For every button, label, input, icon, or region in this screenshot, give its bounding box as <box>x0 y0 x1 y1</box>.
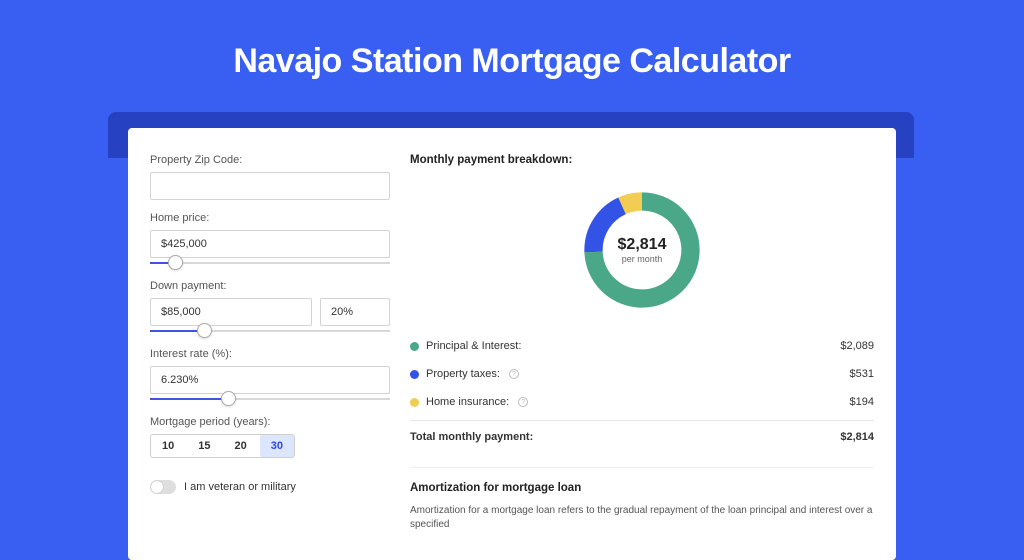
veteran-toggle-row: I am veteran or military <box>150 480 390 494</box>
slider-thumb[interactable] <box>169 256 182 269</box>
donut-center-sub: per month <box>622 254 663 264</box>
period-option-10[interactable]: 10 <box>151 435 185 457</box>
down-payment-field: Down payment: <box>150 280 390 340</box>
dot-blue-icon <box>410 370 419 379</box>
interest-slider[interactable] <box>150 394 390 408</box>
legend-principal-interest: Principal & Interest: $2,089 <box>410 332 874 360</box>
period-label: Mortgage period (years): <box>150 416 390 428</box>
interest-input[interactable] <box>150 366 390 394</box>
down-payment-input[interactable] <box>150 298 312 326</box>
down-payment-label: Down payment: <box>150 280 390 292</box>
calculator-panel: Property Zip Code: Home price: Down paym… <box>128 128 896 560</box>
veteran-toggle[interactable] <box>150 480 176 494</box>
zip-label: Property Zip Code: <box>150 154 390 166</box>
legend-pi-label: Principal & Interest: <box>426 340 521 352</box>
legend-home-insurance: Home insurance: ? $194 <box>410 388 874 416</box>
period-option-15[interactable]: 15 <box>187 435 221 457</box>
home-price-input[interactable] <box>150 230 390 258</box>
dot-yellow-icon <box>410 398 419 407</box>
amortization-section: Amortization for mortgage loan Amortizat… <box>410 467 874 532</box>
period-options: 10 15 20 30 <box>150 434 295 458</box>
legend-ins-label: Home insurance: <box>426 396 509 408</box>
legend-property-taxes: Property taxes: ? $531 <box>410 360 874 388</box>
veteran-label: I am veteran or military <box>184 481 296 493</box>
period-option-30[interactable]: 30 <box>260 435 294 457</box>
slider-thumb[interactable] <box>222 392 235 405</box>
legend-tax-label: Property taxes: <box>426 368 500 380</box>
down-payment-pct-input[interactable] <box>320 298 390 326</box>
legend-tax-value: $531 <box>850 368 874 380</box>
legend-ins-value: $194 <box>850 396 874 408</box>
interest-field: Interest rate (%): <box>150 348 390 408</box>
zip-input[interactable] <box>150 172 390 200</box>
donut-chart: $2,814 per month <box>410 180 874 332</box>
legend-total: Total monthly payment: $2,814 <box>410 420 874 451</box>
page-title: Navajo Station Mortgage Calculator <box>0 0 1024 103</box>
inputs-column: Property Zip Code: Home price: Down paym… <box>150 154 390 532</box>
donut-center-amount: $2,814 <box>618 236 667 254</box>
home-price-slider[interactable] <box>150 258 390 272</box>
breakdown-heading: Monthly payment breakdown: <box>410 154 874 166</box>
amortization-heading: Amortization for mortgage loan <box>410 482 874 494</box>
slider-thumb[interactable] <box>198 324 211 337</box>
down-payment-slider[interactable] <box>150 326 390 340</box>
amortization-text: Amortization for a mortgage loan refers … <box>410 504 874 532</box>
total-label: Total monthly payment: <box>410 431 533 443</box>
breakdown-column: Monthly payment breakdown: $2,814 per mo… <box>410 154 874 532</box>
interest-label: Interest rate (%): <box>150 348 390 360</box>
dot-green-icon <box>410 342 419 351</box>
home-price-field: Home price: <box>150 212 390 272</box>
total-value: $2,814 <box>840 431 874 443</box>
zip-field: Property Zip Code: <box>150 154 390 200</box>
legend-pi-value: $2,089 <box>840 340 874 352</box>
home-price-label: Home price: <box>150 212 390 224</box>
info-icon[interactable]: ? <box>509 369 519 379</box>
period-option-20[interactable]: 20 <box>224 435 258 457</box>
info-icon[interactable]: ? <box>518 397 528 407</box>
period-field: Mortgage period (years): 10 15 20 30 <box>150 416 390 458</box>
